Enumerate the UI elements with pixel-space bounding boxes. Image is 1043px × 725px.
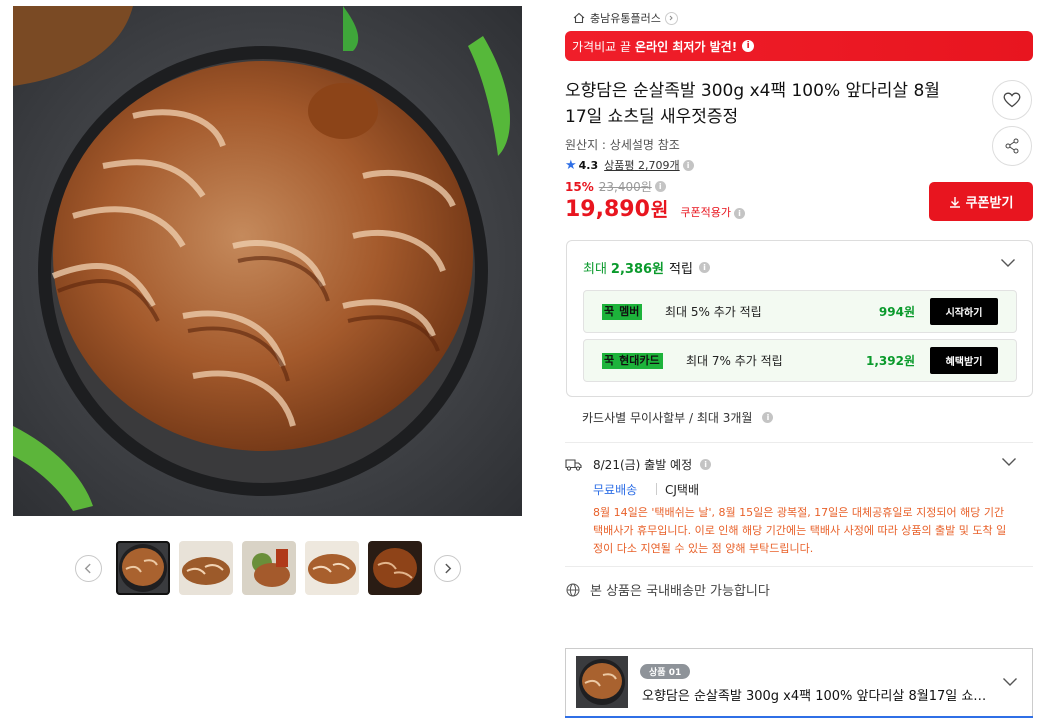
shipping-notice: 8월 14일은 '택배쉬는 날', 8월 15일은 광복절, 17일은 대체공휴… [593,506,1007,555]
thumbnail-5[interactable] [368,541,422,595]
product-main-image [13,6,522,516]
sale-price: 19,890 [565,197,650,222]
thumbnail-prev-button[interactable] [75,555,102,582]
thumbnail-3[interactable] [242,541,296,595]
price-row: 19,890 원 쿠폰적용가 i [565,195,745,222]
chevron-down-icon[interactable] [1002,677,1018,687]
points-row-text: 최대 5% 추가 적립 [665,305,762,319]
origin-info: 원산지 : 상세설명 참조 [565,138,680,152]
shipping-date: 8/21(금) 출발 예정 [593,458,693,472]
download-icon [949,196,960,208]
get-card-benefit-button[interactable]: 혜택받기 [930,347,998,374]
info-icon[interactable]: i [654,181,666,192]
tag-prefix: 꾹 [602,353,617,369]
divider [565,566,1033,567]
selected-option-image [576,656,628,708]
seller-name: 충남유통플러스 [590,12,661,25]
truck-icon [565,459,582,471]
rating-row: ★ 4.3 상품평 2,709개 i [565,157,694,173]
discount-percent: 15% [565,179,594,194]
reward-points-box: 최대 2,386원 적립 i 꾹 멤버 최대 5% 추가 적립 994원 시작하… [566,240,1033,397]
card-tag: 꾹 현대카드 [602,353,663,369]
info-icon[interactable]: i [700,459,712,470]
review-label: 상품평 [604,159,635,172]
price-unit: 원 [650,199,669,221]
share-button[interactable] [992,126,1032,166]
installment-text: 카드사별 무이사할부 / 최대 3개월 [582,411,753,425]
divider [656,483,657,495]
points-row-text: 최대 7% 추가 적립 [686,354,783,368]
start-member-button[interactable]: 시작하기 [930,298,998,325]
chevron-right-icon [445,563,452,574]
info-icon[interactable]: i [698,262,710,273]
member-tag: 꾹 멤버 [602,304,643,320]
coupon-applied-label: 쿠폰적용가 [680,206,731,219]
review-link[interactable]: 상품평 2,709개 [604,157,680,173]
promo-highlight: 온라인 최저가 발견! [635,39,738,54]
tag-name: 현대카드 [616,353,663,369]
points-prefix: 최대 [583,262,607,277]
thumbnail-strip [75,541,461,595]
seller-link[interactable]: 충남유통플러스 [573,10,678,26]
chevron-left-icon [84,563,91,574]
original-price: 23,400원 [598,180,652,194]
points-row-amount: 994원 [878,305,915,319]
points-row-card: 꾹 현대카드 최대 7% 추가 적립 1,392원 혜택받기 [583,339,1017,382]
heart-icon [1003,92,1021,108]
carrier-name: CJ택배 [665,483,699,497]
price-compare-banner[interactable]: 가격비교 끝 온라인 최저가 발견! i [565,31,1033,61]
tag-name: 멤버 [616,304,643,320]
share-icon [1005,138,1019,154]
product-title: 오향담은 순살족발 300g x4팩 100% 앞다리살 8월 17일 쇼츠딜 … [565,81,940,127]
info-icon[interactable]: i [762,412,774,423]
thumbnail-1[interactable] [116,541,170,595]
selected-option-box[interactable]: 상품 01 오향담은 순살족발 300g x4팩 100% 앞다리살 8월17일… [565,648,1033,718]
points-amount: 2,386원 [610,262,665,277]
selected-accent-bar [565,716,1033,718]
points-row-member: 꾹 멤버 최대 5% 추가 적립 994원 시작하기 [583,290,1017,333]
chevron-down-icon[interactable] [1001,457,1017,467]
wishlist-button[interactable] [992,80,1032,120]
thumbnail-next-button[interactable] [434,555,461,582]
points-row-amount: 1,392원 [866,354,915,368]
selected-option-name: 오향담은 순살족발 300g x4팩 100% 앞다리살 8월17일 쇼츠딜 새… [642,689,992,704]
promo-prefix: 가격비교 끝 [572,39,632,54]
coupon-download-button[interactable]: 쿠폰받기 [929,182,1033,221]
shipping-date-row: 8/21(금) 출발 예정 i [565,456,712,473]
points-suffix: 적립 [669,262,693,277]
coupon-button-label: 쿠폰받기 [965,196,1014,211]
rating-score: 4.3 [578,158,599,172]
divider [565,442,1033,443]
thumbnail-4[interactable] [305,541,359,595]
review-count: 2,709개 [638,159,680,172]
option-badge: 상품 01 [640,664,691,679]
chevron-down-icon[interactable] [1000,258,1016,268]
info-icon: i [742,40,755,52]
info-icon[interactable]: i [682,159,694,171]
chevron-right-icon [664,11,678,25]
info-icon[interactable]: i [734,208,745,219]
domestic-text: 본 상품은 국내배송만 가능합니다 [590,584,770,599]
tag-prefix: 꾹 [602,304,617,320]
points-summary: 최대 2,386원 적립 i [583,258,710,277]
home-icon [573,12,585,24]
thumbnail-2[interactable] [179,541,233,595]
discount-row: 15% 23,400원 i [565,178,666,195]
free-shipping-label: 무료배송 [593,483,638,497]
star-icon: ★ [565,157,577,173]
domestic-shipping-notice: 본 상품은 국내배송만 가능합니다 [566,580,770,599]
globe-icon [566,583,580,596]
installment-info: 카드사별 무이사할부 / 최대 3개월 i [582,409,774,426]
